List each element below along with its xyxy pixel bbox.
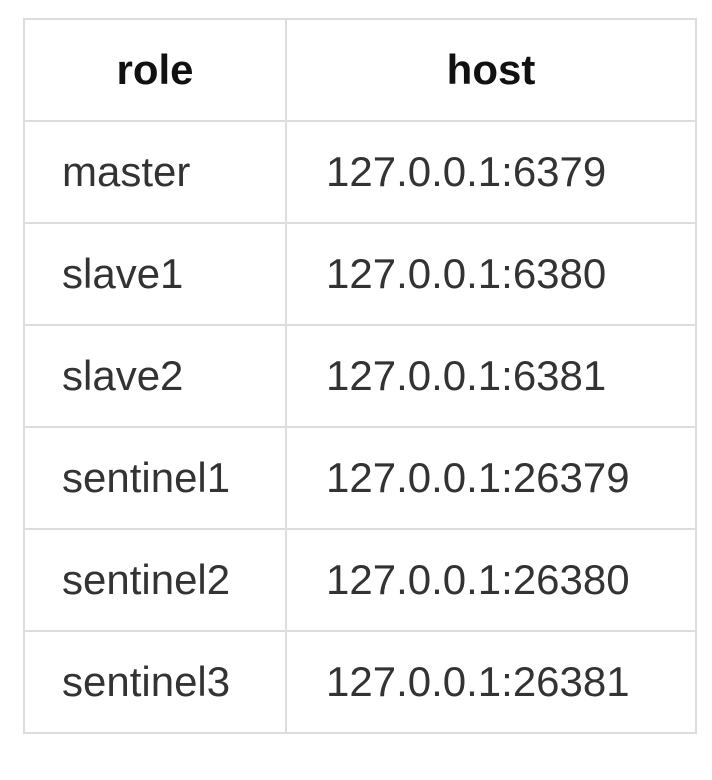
table-row: slave2 127.0.0.1:6381 [23, 324, 697, 428]
cell-role: sentinel2 [23, 528, 287, 632]
cell-host: 127.0.0.1:26380 [285, 528, 697, 632]
table-row: master 127.0.0.1:6379 [23, 120, 697, 224]
cell-host: 127.0.0.1:6380 [285, 222, 697, 326]
table-row: sentinel1 127.0.0.1:26379 [23, 426, 697, 530]
header-host: host [285, 18, 697, 122]
header-role: role [23, 18, 287, 122]
header-row: role host [23, 18, 697, 122]
table-row: sentinel2 127.0.0.1:26380 [23, 528, 697, 632]
cell-role: master [23, 120, 287, 224]
table-body: master 127.0.0.1:6379 slave1 127.0.0.1:6… [23, 120, 697, 734]
cell-role: sentinel3 [23, 630, 287, 734]
table-header: role host [23, 18, 697, 122]
cell-role: slave1 [23, 222, 287, 326]
cell-role: slave2 [23, 324, 287, 428]
table-row: sentinel3 127.0.0.1:26381 [23, 630, 697, 734]
cell-role: sentinel1 [23, 426, 287, 530]
cell-host: 127.0.0.1:26379 [285, 426, 697, 530]
roles-table: role host master 127.0.0.1:6379 slave1 1… [23, 18, 697, 734]
cell-host: 127.0.0.1:6379 [285, 120, 697, 224]
cell-host: 127.0.0.1:26381 [285, 630, 697, 734]
cell-host: 127.0.0.1:6381 [285, 324, 697, 428]
table-row: slave1 127.0.0.1:6380 [23, 222, 697, 326]
